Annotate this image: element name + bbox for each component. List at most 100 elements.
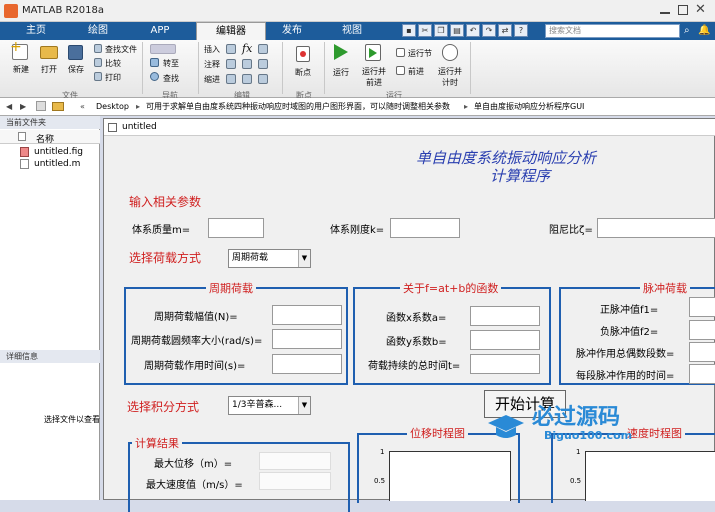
tab-plots[interactable]: 绘图	[72, 22, 124, 40]
breakpoints-button[interactable]: 断点	[290, 67, 316, 78]
name-column-header[interactable]: 名称	[36, 132, 54, 145]
forward-icon[interactable]: ▶	[20, 98, 26, 115]
watermark-text: 必过源码	[532, 405, 621, 430]
pulse-f2-input[interactable]	[689, 320, 715, 340]
close-icon[interactable]: ✕	[695, 2, 706, 17]
run-icon[interactable]	[334, 44, 348, 60]
periodic-freq-input[interactable]	[272, 329, 342, 349]
damping-input[interactable]	[597, 218, 715, 238]
minimize-icon[interactable]	[660, 12, 670, 14]
run-section-button[interactable]: 运行节	[408, 48, 432, 59]
linear-b-input[interactable]	[470, 330, 540, 350]
pulse-count-label: 脉冲作用总偶数段数=	[576, 349, 675, 360]
velocity-plot-title: 速度时程图	[624, 425, 685, 441]
open-folder-icon[interactable]	[40, 46, 58, 59]
decrease-indent-icon[interactable]	[242, 74, 252, 84]
maximize-icon[interactable]	[678, 5, 688, 15]
search-documentation-input[interactable]: 搜索文档	[545, 24, 680, 38]
search-icon[interactable]: ⌕	[684, 25, 690, 36]
fx-icon[interactable]: fx	[242, 42, 252, 55]
open-button[interactable]: 打开	[36, 64, 62, 75]
nav-arrows-icon[interactable]	[150, 44, 176, 54]
comment-icon[interactable]	[226, 59, 236, 69]
advance-button[interactable]: 前进	[408, 66, 424, 77]
toolstrip-tabs: 主页 绘图 APP 编辑器 发布 视图 ▪ ✂ ❐ ▤ ↶ ↷ ⇄ ? 搜索文档…	[0, 22, 715, 40]
tab-editor[interactable]: 编辑器	[196, 22, 266, 40]
linear-b-label: 函数y系数b=	[386, 337, 447, 348]
quick-save-icon[interactable]: ▪	[402, 24, 416, 37]
new-button[interactable]: 新建	[8, 64, 34, 75]
print-button[interactable]: 打印	[105, 72, 121, 83]
save-icon[interactable]	[68, 45, 83, 60]
breakpoint-icon[interactable]	[296, 46, 310, 62]
watermark-url: Biguo100.com	[544, 429, 633, 442]
increase-indent-icon[interactable]	[258, 74, 268, 84]
velocity-ytick: 1	[576, 448, 581, 456]
up-folder-icon[interactable]	[36, 101, 46, 111]
run-and-time-icon[interactable]	[442, 44, 458, 61]
new-file-icon[interactable]: +	[10, 40, 28, 60]
tab-publish[interactable]: 发布	[266, 22, 318, 40]
details-hint: 选择文件以查看	[44, 415, 100, 424]
indent-icon[interactable]	[226, 74, 236, 84]
goto-icon	[150, 58, 159, 67]
paste-icon[interactable]: ▤	[450, 24, 464, 37]
indent-button[interactable]: 缩进	[204, 74, 220, 85]
back-icon[interactable]: ◀	[6, 98, 12, 115]
pulse-f1-input[interactable]	[689, 297, 715, 317]
linear-time-input[interactable]	[470, 354, 540, 374]
periodic-amp-input[interactable]	[272, 305, 342, 325]
periodic-freq-label: 周期荷载圆频率大小(rad/s)=	[131, 336, 263, 347]
breadcrumb-desktop[interactable]: Desktop	[96, 98, 129, 115]
insert-section-icon[interactable]	[226, 44, 236, 54]
insert-button[interactable]: 插入	[204, 44, 220, 55]
separator	[142, 42, 143, 94]
mass-label: 体系质量m=	[132, 225, 191, 236]
notification-icon[interactable]: 🔔	[698, 25, 710, 36]
redo-icon[interactable]: ↷	[482, 24, 496, 37]
current-folder-panel: 当前文件夹 名称 untitled.fig untitled.m 详细信息 选择…	[0, 116, 100, 500]
integration-select[interactable]: 1/3辛普森... ▼	[228, 396, 311, 415]
compare-icon	[94, 58, 102, 67]
insert-menu-icon[interactable]	[258, 44, 268, 54]
chevron-down-icon: ▼	[298, 397, 310, 414]
pulse-time-input[interactable]	[689, 364, 715, 384]
stiffness-input[interactable]	[390, 218, 460, 238]
cut-icon[interactable]: ✂	[418, 24, 432, 37]
wrap-comment-icon[interactable]	[258, 59, 268, 69]
find-files-button[interactable]: 查找文件	[105, 44, 137, 55]
goto-button[interactable]: 转至	[163, 58, 179, 69]
file-untitled-m[interactable]: untitled.m	[34, 159, 80, 169]
find-files-icon	[94, 44, 102, 53]
breadcrumb-gui-folder[interactable]: 单自由度振动响应分析程序GUI	[474, 98, 584, 115]
comment-button[interactable]: 注释	[204, 59, 220, 70]
breadcrumb-overflow[interactable]: «	[80, 98, 85, 115]
figure-window-title: untitled	[122, 122, 157, 132]
find-button[interactable]: 查找	[163, 73, 179, 84]
file-untitled-fig[interactable]: untitled.fig	[34, 147, 83, 157]
compare-button[interactable]: 比较	[105, 58, 121, 69]
breadcrumb-project-folder[interactable]: 可用于求解单自由度系统四种振动响应时域图的用户图形界面，可以随时调整相关参数	[146, 98, 450, 115]
periodic-time-input[interactable]	[272, 354, 342, 374]
switch-window-icon[interactable]: ⇄	[498, 24, 512, 37]
linear-panel-title: 关于f=at+b的函数	[400, 280, 502, 296]
help-icon[interactable]: ?	[514, 24, 528, 37]
run-and-advance-button[interactable]: 运行并前进	[360, 66, 388, 88]
undo-icon[interactable]: ↶	[466, 24, 480, 37]
linear-a-input[interactable]	[470, 306, 540, 326]
uncomment-icon[interactable]	[242, 59, 252, 69]
fig-file-icon	[20, 147, 29, 157]
mass-input[interactable]	[208, 218, 264, 238]
save-button[interactable]: 保存	[63, 64, 89, 75]
tab-apps[interactable]: APP	[134, 22, 186, 40]
browse-folder-icon[interactable]	[52, 102, 64, 111]
run-button[interactable]: 运行	[328, 67, 354, 78]
pulse-count-input[interactable]	[689, 342, 715, 362]
run-and-advance-icon[interactable]	[365, 44, 381, 61]
input-params-heading: 输入相关参数	[129, 195, 202, 209]
load-type-select[interactable]: 周期荷载 ▼	[228, 249, 311, 268]
run-and-time-button[interactable]: 运行并计时	[436, 66, 464, 88]
copy-icon[interactable]: ❐	[434, 24, 448, 37]
tab-view[interactable]: 视图	[326, 22, 378, 40]
tab-home[interactable]: 主页	[10, 22, 62, 40]
